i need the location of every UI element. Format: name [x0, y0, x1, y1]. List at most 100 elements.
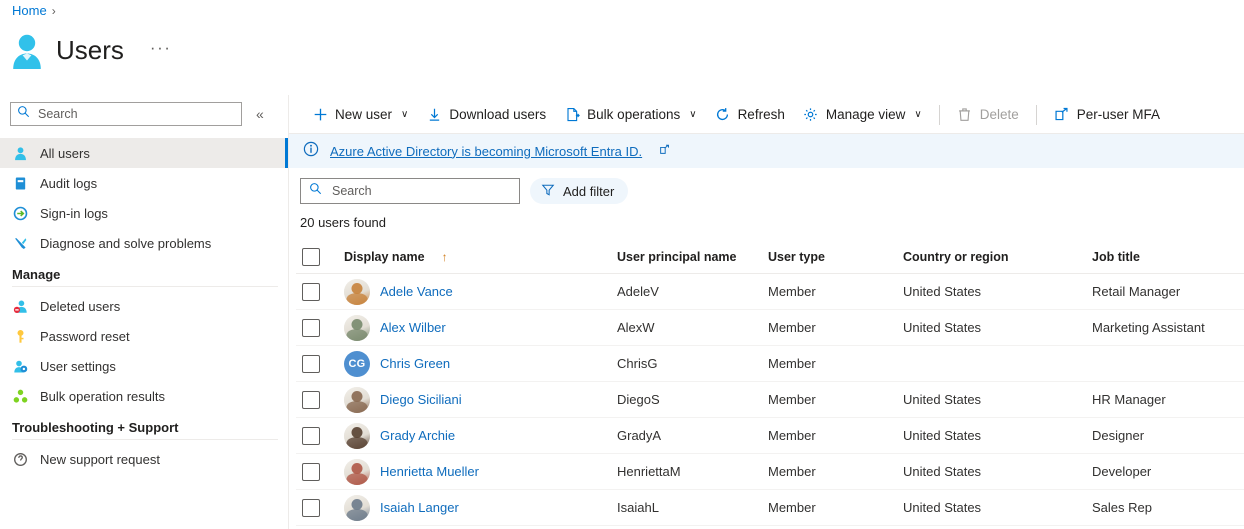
- users-search-input[interactable]: [330, 183, 500, 199]
- table-row[interactable]: Adele VanceAdeleVMemberUnited StatesReta…: [296, 274, 1244, 310]
- sidebar-item-label: Password reset: [40, 329, 130, 344]
- new-user-button[interactable]: New user ∨: [303, 99, 417, 131]
- user-type-cell: Member: [768, 284, 903, 299]
- table-row[interactable]: Isaiah LangerIsaiahLMemberUnited StatesS…: [296, 490, 1244, 526]
- sidebar-divider: [12, 439, 278, 440]
- bulk-operations-button[interactable]: Bulk operations ∨: [555, 99, 705, 131]
- sidebar-item-password-reset[interactable]: Password reset: [0, 321, 288, 351]
- column-country-or-region[interactable]: Country or region: [903, 250, 1092, 264]
- sidebar-item-bulk-operation-results[interactable]: Bulk operation results: [0, 381, 288, 411]
- external-link-icon: [1054, 107, 1070, 123]
- collapse-sidebar-button[interactable]: «: [256, 106, 264, 122]
- select-all-checkbox[interactable]: [302, 248, 320, 266]
- display-name-cell: CG Chris Green: [344, 351, 617, 377]
- chevron-down-icon: ∨: [914, 109, 921, 120]
- download-users-button[interactable]: Download users: [417, 99, 555, 131]
- sidebar-item-label: Deleted users: [40, 299, 120, 314]
- column-user-principal-name[interactable]: User principal name: [617, 250, 768, 264]
- row-checkbox[interactable]: [302, 499, 320, 517]
- sidebar-item-user-settings[interactable]: User settings: [0, 351, 288, 381]
- sidebar-item-all-users[interactable]: All users: [0, 138, 288, 168]
- row-checkbox[interactable]: [302, 463, 320, 481]
- display-name-cell: Diego Siciliani: [344, 387, 617, 413]
- trash-icon: [957, 107, 973, 123]
- user-display-name-link[interactable]: Grady Archie: [380, 428, 455, 443]
- row-select-cell: [296, 391, 344, 409]
- job-title-cell: Developer: [1092, 464, 1244, 479]
- sidebar-search-row: «: [10, 100, 280, 128]
- row-checkbox[interactable]: [302, 319, 320, 337]
- column-user-type[interactable]: User type: [768, 250, 903, 264]
- sidebar-search-input[interactable]: [36, 106, 216, 122]
- sidebar-item-new-support-request[interactable]: New support request: [0, 444, 288, 474]
- country-cell: United States: [903, 284, 1092, 299]
- table-row[interactable]: Diego SicilianiDiegoSMemberUnited States…: [296, 382, 1244, 418]
- sidebar-item-audit-logs[interactable]: Audit logs: [0, 168, 288, 198]
- entra-id-link[interactable]: Azure Active Directory is becoming Micro…: [330, 144, 642, 159]
- sidebar-item-label: Diagnose and solve problems: [40, 236, 211, 251]
- row-select-cell: [296, 319, 344, 337]
- delete-button[interactable]: Delete: [948, 99, 1028, 131]
- refresh-label: Refresh: [738, 107, 785, 122]
- avatar-photo: [344, 423, 370, 449]
- row-checkbox[interactable]: [302, 283, 320, 301]
- sidebar-group-manage: Manage: [0, 258, 288, 286]
- table-row[interactable]: Grady ArchieGradyAMemberUnited StatesDes…: [296, 418, 1244, 454]
- sidebar-item-label: Sign-in logs: [40, 206, 108, 221]
- country-cell: United States: [903, 428, 1092, 443]
- row-checkbox[interactable]: [302, 391, 320, 409]
- user-display-name-link[interactable]: Diego Siciliani: [380, 392, 462, 407]
- breadcrumb-home[interactable]: Home: [12, 3, 47, 18]
- user-principal-name-cell: AlexW: [617, 320, 768, 335]
- job-title-cell: Retail Manager: [1092, 284, 1244, 299]
- row-checkbox[interactable]: [302, 355, 320, 373]
- sidebar-item-deleted-users[interactable]: Deleted users: [0, 291, 288, 321]
- user-type-cell: Member: [768, 356, 903, 371]
- page-overflow-menu[interactable]: ···: [150, 39, 171, 62]
- column-job-title[interactable]: Job title: [1092, 250, 1244, 264]
- user-display-name-link[interactable]: Isaiah Langer: [380, 500, 459, 515]
- add-filter-button[interactable]: Add filter: [530, 178, 628, 204]
- avatar-photo: [344, 387, 370, 413]
- deleted-users-icon: [12, 298, 29, 315]
- user-display-name-link[interactable]: Alex Wilber: [380, 320, 446, 335]
- avatar: [344, 279, 370, 305]
- user-display-name-link[interactable]: Chris Green: [380, 356, 450, 371]
- table-row[interactable]: CGChris GreenChrisGMember: [296, 346, 1244, 382]
- refresh-button[interactable]: Refresh: [706, 99, 794, 131]
- chevron-down-icon: ∨: [401, 109, 408, 120]
- user-type-cell: Member: [768, 428, 903, 443]
- row-checkbox[interactable]: [302, 427, 320, 445]
- per-user-mfa-label: Per-user MFA: [1077, 107, 1160, 122]
- display-name-cell: Henrietta Mueller: [344, 459, 617, 485]
- user-display-name-link[interactable]: Adele Vance: [380, 284, 453, 299]
- user-principal-name-cell: DiegoS: [617, 392, 768, 407]
- support-icon: [12, 451, 29, 468]
- avatar-initials: CG: [344, 351, 370, 377]
- per-user-mfa-button[interactable]: Per-user MFA: [1045, 99, 1169, 131]
- user-type-cell: Member: [768, 500, 903, 515]
- sidebar-search[interactable]: [10, 102, 242, 126]
- avatar: [344, 387, 370, 413]
- column-display-name[interactable]: Display name ↑: [344, 250, 617, 264]
- table-row[interactable]: Henrietta MuellerHenriettaMMemberUnited …: [296, 454, 1244, 490]
- avatar: CG: [344, 351, 370, 377]
- toolbar-separator: [939, 105, 940, 125]
- table-row[interactable]: Alex WilberAlexWMemberUnited StatesMarke…: [296, 310, 1244, 346]
- display-name-cell: Alex Wilber: [344, 315, 617, 341]
- manage-view-button[interactable]: Manage view ∨: [794, 99, 931, 131]
- sidebar-item-sign-in-logs[interactable]: Sign-in logs: [0, 198, 288, 228]
- users-table: Display name ↑ User principal name User …: [296, 240, 1244, 526]
- country-cell: United States: [903, 464, 1092, 479]
- user-icon: [10, 30, 44, 70]
- users-search[interactable]: [300, 178, 520, 204]
- user-display-name-link[interactable]: Henrietta Mueller: [380, 464, 479, 479]
- job-title-cell: Marketing Assistant: [1092, 320, 1244, 335]
- column-header-label: Display name: [344, 250, 425, 264]
- command-bar: New user ∨ Download users Bulk operation…: [289, 95, 1244, 134]
- sidebar-item-diagnose[interactable]: Diagnose and solve problems: [0, 228, 288, 258]
- diagnose-icon: [12, 235, 29, 252]
- breadcrumb: Home ›: [12, 3, 56, 18]
- chevron-down-icon: ∨: [689, 109, 696, 120]
- sort-ascending-icon: ↑: [442, 250, 448, 264]
